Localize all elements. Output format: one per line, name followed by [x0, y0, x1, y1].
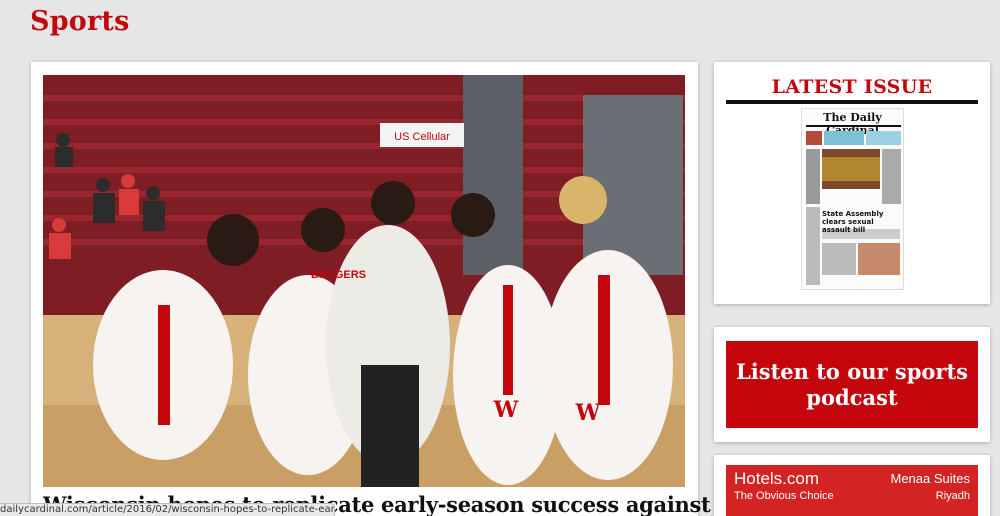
podcast-link-button[interactable]: Listen to our sports podcast — [726, 341, 978, 428]
hotels-ad-banner[interactable]: Hotels.com The Obvious Choice Menaa Suit… — [726, 465, 978, 516]
ad-brand: Hotels.com — [734, 469, 820, 488]
jersey-logo-2: W — [575, 400, 601, 426]
newspaper-cover[interactable]: The Daily Cardinal State Assembly clears… — [801, 108, 904, 290]
ad-city: Riyadh — [935, 490, 970, 502]
newspaper-layout-icon — [806, 125, 901, 285]
jersey-text: BADGERS — [311, 269, 366, 281]
ad-tagline: The Obvious Choice — [734, 490, 834, 502]
article-card: US Cellular W W BADGERS Wisconsin hopes … — [31, 62, 806, 516]
ad-card: Hotels.com The Obvious Choice Menaa Suit… — [714, 455, 990, 516]
arena-sign-text: US Cellular — [394, 131, 450, 143]
podcast-card: Listen to our sports podcast — [714, 327, 990, 442]
divider — [726, 100, 978, 104]
newspaper-headline: State Assembly clears sexual assault bil… — [822, 210, 884, 234]
link-status-bar: dailycardinal.com/article/2016/02/wiscon… — [0, 503, 335, 516]
article-photo[interactable]: US Cellular W W BADGERS — [43, 75, 685, 487]
article-photo-illustration: US Cellular W W BADGERS — [43, 75, 685, 487]
section-title: Sports — [30, 6, 130, 37]
jersey-logo-1: W — [493, 397, 519, 423]
latest-issue-title: LATEST ISSUE — [771, 76, 933, 98]
ad-hotel-name: Menaa Suites — [890, 471, 971, 486]
latest-issue-card: LATEST ISSUE The Daily Cardinal State As… — [714, 62, 990, 304]
